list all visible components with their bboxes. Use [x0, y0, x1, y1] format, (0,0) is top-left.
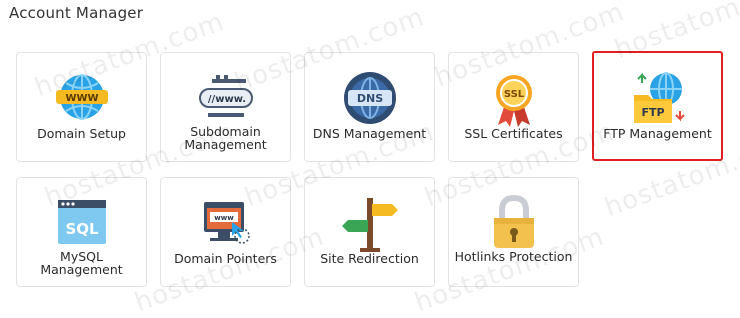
sql-database-icon: SQL: [50, 192, 114, 256]
signpost-icon: [338, 192, 402, 256]
svg-text:SSL: SSL: [503, 89, 524, 100]
tile-domain-pointers[interactable]: www Domain Pointers: [160, 177, 291, 287]
tile-label: MySQL Management: [40, 249, 123, 277]
tile-ftp-management[interactable]: FTP FTP Management: [592, 51, 723, 161]
tile-mysql-management[interactable]: SQL MySQL Management: [16, 177, 147, 287]
svg-text:FTP: FTP: [641, 106, 664, 119]
tile-label: FTP Management: [603, 126, 712, 141]
www-globe-icon: WWW: [50, 67, 114, 131]
padlock-icon: [482, 192, 546, 256]
tile-label: Hotlinks Protection: [454, 249, 573, 264]
svg-text:www: www: [214, 214, 234, 222]
tile-dns-management[interactable]: DNS DNS Management: [304, 52, 435, 162]
tile-hotlinks-protection[interactable]: Hotlinks Protection: [448, 177, 579, 287]
dns-globe-icon: DNS: [338, 67, 402, 131]
tile-label: SSL Certificates: [464, 126, 563, 141]
svg-text://www.: //www.: [207, 94, 245, 105]
tile-site-redirection[interactable]: Site Redirection: [304, 177, 435, 287]
svg-text:DNS: DNS: [356, 92, 382, 105]
section-title: Account Manager: [9, 4, 144, 22]
ssl-badge-icon: SSL: [482, 67, 546, 131]
tile-label: Subdomain Management: [184, 124, 267, 152]
tile-ssl-certificates[interactable]: SSL SSL Certificates: [448, 52, 579, 162]
domain-pointer-icon: www: [194, 192, 258, 256]
tile-label: DNS Management: [312, 126, 427, 141]
svg-text:SQL: SQL: [65, 220, 99, 238]
tile-label: Domain Pointers: [174, 251, 277, 266]
ftp-folder-icon: FTP: [626, 67, 690, 131]
tile-label: Domain Setup: [37, 126, 126, 141]
tile-label: Site Redirection: [320, 251, 419, 266]
tile-domain-setup[interactable]: WWW Domain Setup: [16, 52, 147, 162]
subdomain-link-icon: //www.: [194, 67, 258, 131]
svg-text:WWW: WWW: [65, 93, 98, 104]
tile-subdomain-management[interactable]: //www. Subdomain Management: [160, 52, 291, 162]
